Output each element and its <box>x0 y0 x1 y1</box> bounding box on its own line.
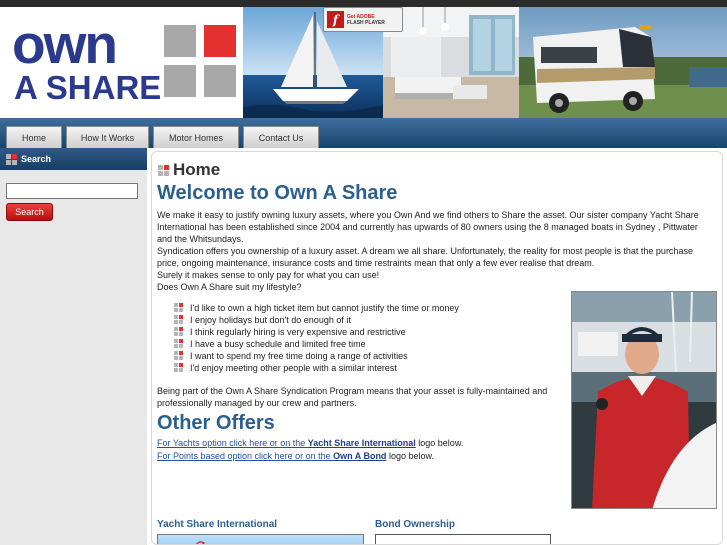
points-link-line: For Points based option click here or on… <box>157 451 434 461</box>
tab-how-it-works[interactable]: How It Works <box>66 126 149 148</box>
own-a-bond-logo[interactable] <box>375 534 551 544</box>
yachts-option-link[interactable]: For Yachts option click here or on the <box>157 438 308 448</box>
list-item-text: I'd like to own a high ticket item but c… <box>190 303 459 313</box>
site-header: own A SHARE f Get ADOBE FLASH PLAYER <box>0 7 727 118</box>
bullet-squares-icon <box>174 315 185 325</box>
list-item: I enjoy holidays but don't do enough of … <box>174 314 459 326</box>
tab-motor-homes[interactable]: Motor Homes <box>153 126 239 148</box>
list-item: I want to spend my free time doing a ran… <box>174 350 459 362</box>
motorhome-photo <box>519 7 727 118</box>
logo-square-gray <box>164 25 196 57</box>
bond-ownership-heading: Bond Ownership <box>375 519 455 530</box>
list-item-text: I think regularly hiring is very expensi… <box>190 327 406 337</box>
logo-squares-icon <box>6 153 17 165</box>
list-item: I have a busy schedule and limited free … <box>174 338 459 350</box>
own-a-bond-link[interactable]: Own A Bond <box>333 451 386 461</box>
points-option-link[interactable]: For Points based option click here or on… <box>157 451 333 461</box>
yachts-link-line: For Yachts option click here or on the Y… <box>157 438 463 448</box>
sidebar: Search Search <box>0 148 147 545</box>
list-item-text: I enjoy holidays but don't do enough of … <box>190 315 351 325</box>
other-offers-title: Other Offers <box>157 412 275 434</box>
intro-paragraph: We make it easy to justify owning luxury… <box>157 210 699 244</box>
list-item: I think regularly hiring is very expensi… <box>174 326 459 338</box>
search-button[interactable]: Search <box>6 203 53 221</box>
yacht-share-heading: Yacht Share International <box>157 519 278 530</box>
list-item-text: I want to spend my free time doing a ran… <box>190 351 408 361</box>
tab-contact-us[interactable]: Contact Us <box>243 126 319 148</box>
search-panel-title: Search <box>21 154 52 164</box>
logo-squares-icon <box>158 164 169 176</box>
search-input[interactable] <box>6 183 138 199</box>
flash-line2: FLASH PLAYER <box>347 19 385 26</box>
syndication-paragraph: Syndication offers you ownership of a lu… <box>157 246 693 268</box>
points-link-tail: logo below. <box>386 451 434 461</box>
yacht-share-international-link[interactable]: Yacht Share International <box>308 438 416 448</box>
lifestyle-list: I'd like to own a high ticket item but c… <box>174 302 459 374</box>
logo-square-gray <box>204 65 236 97</box>
bullet-squares-icon <box>174 339 185 349</box>
get-flash-player-badge[interactable]: f Get ADOBE FLASH PLAYER <box>323 7 403 32</box>
flash-player-icon: f <box>327 11 344 28</box>
logo-own-text: own <box>12 13 118 75</box>
list-item: I'd enjoy meeting other people with a si… <box>174 362 459 374</box>
search-panel-header: Search <box>0 148 147 170</box>
top-strip <box>0 0 727 7</box>
bullet-squares-icon <box>174 303 185 313</box>
interior-photo <box>383 7 519 118</box>
bullet-squares-icon <box>174 363 185 373</box>
yachts-link-tail: logo below. <box>415 438 464 448</box>
logo-share-text: A SHARE <box>14 69 162 106</box>
owner-photo <box>571 291 717 509</box>
tab-home[interactable]: Home <box>6 126 62 148</box>
bullet-squares-icon <box>174 327 185 337</box>
list-item: I'd like to own a high ticket item but c… <box>174 302 459 314</box>
list-item-text: I have a busy schedule and limited free … <box>190 339 366 349</box>
own-a-share-logo[interactable]: own A SHARE <box>0 7 243 118</box>
bullet-squares-icon <box>174 351 185 361</box>
page-heading-text: Home <box>173 160 221 179</box>
yacht-share-international-logo[interactable] <box>157 534 364 544</box>
logo-square-gray <box>164 65 196 97</box>
main-nav: Home How It Works Motor Homes Contact Us <box>0 118 727 148</box>
program-paragraph: Being part of the Own A Share Syndicatio… <box>157 386 548 408</box>
logo-square-red <box>204 25 236 57</box>
page-heading: Home <box>158 160 220 180</box>
main-content: Home Welcome to Own A Share We make it e… <box>151 151 723 545</box>
surely-paragraph: Surely it makes sense to only pay for wh… <box>157 270 380 280</box>
welcome-title: Welcome to Own A Share <box>157 182 398 204</box>
list-item-text: I'd enjoy meeting other people with a si… <box>190 363 397 373</box>
